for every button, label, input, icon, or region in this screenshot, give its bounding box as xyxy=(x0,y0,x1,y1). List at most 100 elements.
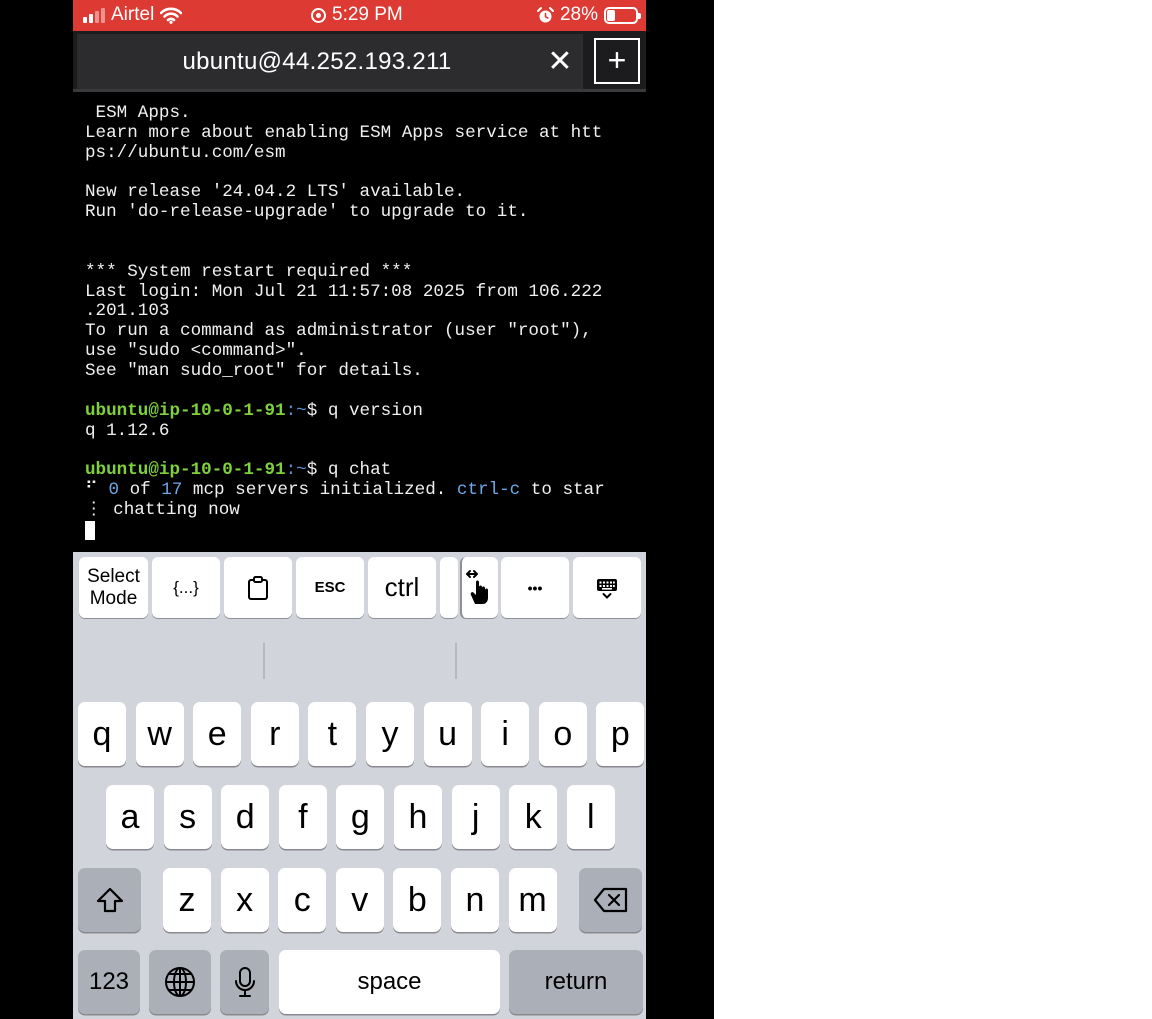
key-label: d xyxy=(235,797,255,836)
key-g[interactable]: g xyxy=(336,785,385,849)
phone-screen: Airtel 5:29 PM 28% ubuntu@44.252.193.211… xyxy=(73,0,646,1019)
terminal-text: Last login: Mon Jul 21 11:57:08 2025 fro… xyxy=(85,281,603,302)
alarm-icon xyxy=(536,6,554,22)
terminal-text: Run 'do-release-upgrade' to upgrade to i… xyxy=(85,202,529,223)
key-l[interactable]: l xyxy=(566,785,615,849)
key-s[interactable]: s xyxy=(163,785,212,849)
braces-label: {...} xyxy=(173,577,199,597)
esc-key[interactable]: ESC xyxy=(296,557,364,618)
touch-pan-button[interactable] xyxy=(460,557,498,618)
key-label: i xyxy=(501,714,509,753)
key-h[interactable]: h xyxy=(394,785,442,849)
return-key[interactable]: return xyxy=(509,950,643,1014)
key-i[interactable]: i xyxy=(481,702,530,766)
suggestion-divider xyxy=(263,643,265,679)
terminal-text: to star xyxy=(520,480,605,501)
space-key-label: space xyxy=(357,968,422,995)
onscreen-keyboard: 123 space return qwe r t yu i op asd f gh j k l z xc v… xyxy=(73,624,646,1019)
terminal-output[interactable]: ESM Apps. Learn more about enabling ESM A… xyxy=(73,95,646,552)
left-letterbox xyxy=(0,0,73,1019)
add-tab-button[interactable]: + xyxy=(594,38,640,84)
space-key[interactable]: space xyxy=(279,950,500,1014)
key-q[interactable]: q xyxy=(78,702,126,766)
arrow-keys-button[interactable] xyxy=(440,557,458,618)
key-b[interactable]: b xyxy=(393,868,442,932)
key-x[interactable]: x xyxy=(220,868,269,932)
numbers-key-label: 123 xyxy=(88,968,130,995)
screen-record-icon xyxy=(311,7,326,23)
key-d[interactable]: d xyxy=(221,785,270,849)
key-label: u xyxy=(438,714,458,753)
key-label: j xyxy=(471,797,480,836)
key-y[interactable]: y xyxy=(366,702,414,766)
key-o[interactable]: o xyxy=(538,702,587,766)
terminal-line: New release '24.04.2 LTS' available. xyxy=(85,182,646,203)
key-e[interactable]: e xyxy=(193,702,242,766)
key-c[interactable]: c xyxy=(278,868,327,932)
dictation-key[interactable] xyxy=(220,950,269,1014)
terminal-line: *** System restart required *** xyxy=(85,262,646,283)
terminal-text: ps://ubuntu.com/esm xyxy=(85,142,286,163)
battery-percent: 28% xyxy=(559,4,598,25)
battery-icon xyxy=(604,6,641,24)
numbers-key[interactable]: 123 xyxy=(78,950,140,1014)
key-z[interactable]: z xyxy=(163,868,211,932)
key-label: s xyxy=(179,797,197,836)
key-label: y xyxy=(381,714,399,753)
key-label: t xyxy=(327,714,338,753)
more-button[interactable]: ••• xyxy=(501,557,569,618)
key-p[interactable]: p xyxy=(596,702,645,766)
touch-pan-icon xyxy=(466,569,488,604)
terminal-text: ⋮ chatting now xyxy=(85,499,240,520)
key-a[interactable]: a xyxy=(106,785,154,849)
clipboard-button[interactable] xyxy=(224,557,292,618)
terminal-text: $ q version xyxy=(306,400,423,421)
key-r[interactable]: r xyxy=(250,702,299,766)
microphone-icon xyxy=(234,967,255,997)
terminal-line: ⠋ 0 of 17 mcp servers initialized. ctrl-… xyxy=(85,480,646,501)
terminal-line: q 1.12.6 xyxy=(85,420,646,442)
snippets-button[interactable]: {...} xyxy=(152,557,220,618)
ctrl-label: ctrl xyxy=(384,572,420,602)
key-label: k xyxy=(524,797,542,836)
terminal-text: $ q chat xyxy=(306,460,392,481)
terminal-line: ESM Apps. xyxy=(85,103,646,124)
select-mode-label-line1: Select xyxy=(87,565,140,587)
session-tab[interactable]: ubuntu@44.252.193.211 ✕ xyxy=(77,34,583,89)
key-label: x xyxy=(236,880,254,919)
key-t[interactable]: t xyxy=(308,702,357,766)
ctrl-key[interactable]: ctrl xyxy=(368,557,436,618)
select-mode-button[interactable]: Select Mode xyxy=(79,557,148,618)
key-label: h xyxy=(408,797,428,836)
backspace-icon xyxy=(593,887,627,913)
terminal-line: Learn more about enabling ESM Apps servi… xyxy=(85,123,646,144)
key-n[interactable]: n xyxy=(451,868,499,932)
backspace-key[interactable] xyxy=(579,868,642,932)
globe-key[interactable] xyxy=(149,950,211,1014)
terminal-line: ubuntu@ip-10-0-1-91:~$ q version xyxy=(85,400,646,422)
close-icon[interactable]: ✕ xyxy=(545,47,575,78)
key-j[interactable]: j xyxy=(451,785,500,849)
esc-label: ESC xyxy=(314,579,346,596)
shift-key[interactable] xyxy=(78,868,141,932)
key-label: r xyxy=(269,714,281,753)
key-w[interactable]: w xyxy=(135,702,184,766)
key-k[interactable]: k xyxy=(509,785,558,849)
key-u[interactable]: u xyxy=(423,702,472,766)
terminal-text: q 1.12.6 xyxy=(85,420,170,441)
hide-keyboard-button[interactable] xyxy=(573,557,641,618)
key-f[interactable]: f xyxy=(278,785,327,849)
key-label: n xyxy=(465,880,485,919)
key-label: p xyxy=(610,714,630,753)
key-v[interactable]: v xyxy=(335,868,384,932)
terminal-line: .201.103 xyxy=(85,302,646,322)
key-label: f xyxy=(298,797,308,836)
shift-icon xyxy=(96,887,123,913)
terminal-text: ctrl-c xyxy=(456,480,521,501)
key-label: l xyxy=(587,797,595,836)
key-m[interactable]: m xyxy=(508,868,557,932)
